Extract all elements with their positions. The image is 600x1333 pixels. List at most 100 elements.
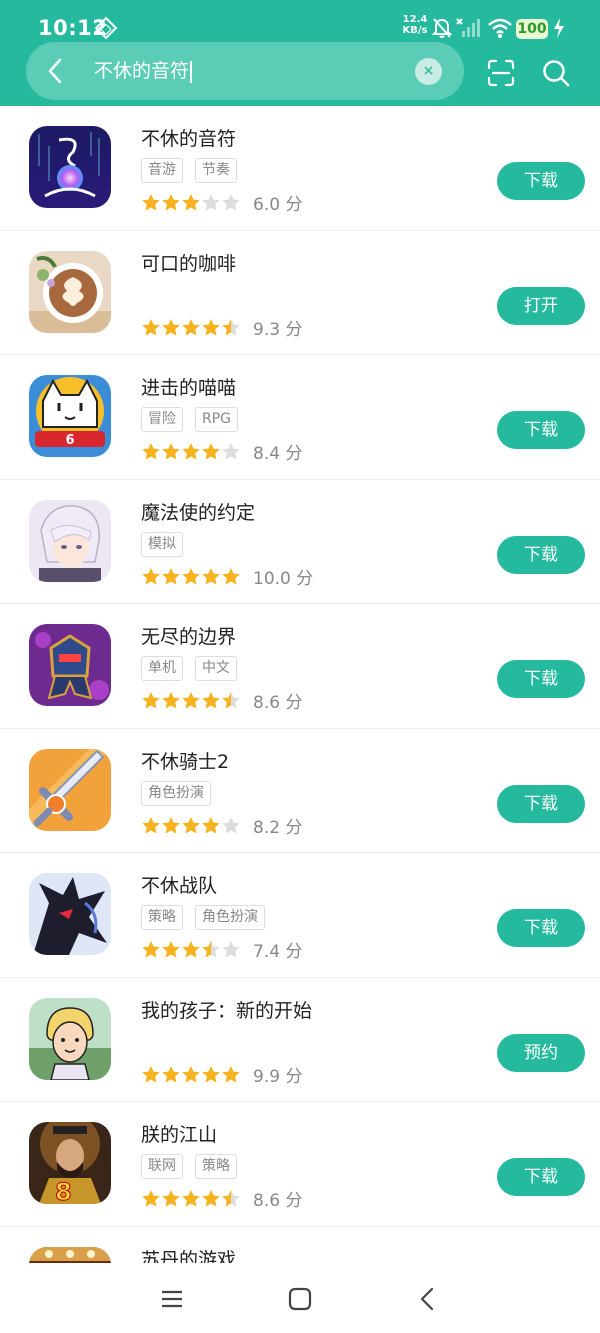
star-icon bbox=[202, 567, 220, 584]
child-portrait-icon[interactable] bbox=[29, 997, 111, 1080]
star-icon bbox=[222, 194, 240, 211]
star-icon bbox=[142, 443, 160, 460]
star-icon bbox=[142, 692, 160, 709]
app-list-item[interactable]: 魔法使的约定 模拟 10.0 分 下载 bbox=[0, 480, 600, 604]
star-icon bbox=[142, 1190, 160, 1207]
search-icon[interactable] bbox=[541, 58, 571, 88]
app-action-button[interactable]: 下载 bbox=[497, 535, 585, 574]
star-icon bbox=[182, 816, 200, 833]
star-icon bbox=[202, 318, 220, 335]
app-tags: 联网 策略 bbox=[141, 1154, 237, 1180]
rating-score: 9.9 分 bbox=[253, 1066, 303, 1087]
star-rating: 8.6 分 bbox=[141, 688, 302, 713]
search-results-list[interactable]: 不休的音符 音游 节奏 6.0 分下载 可口的咖啡 9.3 分打开 6 进击的喵喵 冒险 RPG 8… bbox=[0, 106, 600, 1263]
star-icon bbox=[142, 816, 160, 833]
app-name: 不休的音符 bbox=[141, 128, 237, 150]
app-tag: 节奏 bbox=[195, 158, 237, 183]
sultan-icon[interactable] bbox=[29, 1246, 111, 1263]
app-name: 我的孩子：新的开始 bbox=[141, 999, 313, 1022]
app-tag: 联网 bbox=[141, 1154, 183, 1179]
menu-icon[interactable] bbox=[158, 1285, 186, 1313]
app-list-item[interactable]: 8 朕的江山联网 策略 8.6 分 下载 bbox=[0, 1102, 600, 1227]
rating-score: 8.4 分 bbox=[253, 444, 303, 464]
back-arrow-icon[interactable] bbox=[40, 56, 70, 86]
star-icon bbox=[142, 1065, 160, 1082]
star-icon bbox=[222, 318, 240, 335]
star-rating: 6.0 分 bbox=[141, 190, 302, 215]
star-icon bbox=[142, 941, 160, 958]
network-speed-value: 12.4 bbox=[402, 14, 428, 25]
star-icon bbox=[162, 1065, 180, 1082]
star-icon bbox=[162, 941, 180, 958]
app-tags: 模拟 bbox=[141, 531, 183, 558]
clear-search-button[interactable]: × bbox=[415, 58, 442, 85]
star-icon bbox=[202, 692, 220, 709]
status-bar: 10:12 12.4 KB/s 100 bbox=[0, 0, 600, 44]
dark-dragon-icon[interactable] bbox=[29, 873, 111, 955]
sword-icon[interactable] bbox=[29, 748, 111, 831]
app-list-item[interactable]: 无尽的边界 单机 中文 8.6 分 下载 bbox=[0, 604, 600, 729]
svg-text:8: 8 bbox=[55, 1178, 72, 1204]
star-icon bbox=[162, 816, 180, 833]
app-name: 朕的江山 bbox=[141, 1124, 218, 1146]
star-icon bbox=[182, 1065, 200, 1082]
latte-art-icon[interactable] bbox=[29, 250, 111, 333]
app-tag: 音游 bbox=[141, 158, 183, 183]
app-list-item[interactable]: 6 进击的喵喵 冒险 RPG 8.4 分 下载 bbox=[0, 355, 600, 480]
app-action-button[interactable]: 打开 bbox=[497, 286, 585, 325]
star-rating: 9.3 分 bbox=[141, 315, 302, 340]
search-bar[interactable] bbox=[26, 42, 464, 100]
emperor-icon[interactable]: 8 bbox=[29, 1122, 111, 1204]
svg-text:6: 6 bbox=[65, 433, 74, 448]
robot-knight-icon[interactable] bbox=[29, 624, 111, 706]
home-icon[interactable] bbox=[286, 1285, 314, 1313]
search-input[interactable]: 不休的音符 bbox=[94, 58, 192, 84]
header: 10:12 12.4 KB/s 100 不休的音符 × bbox=[0, 0, 600, 106]
app-action-button[interactable]: 下载 bbox=[497, 162, 585, 200]
app-list-item[interactable]: 不休骑士2 角色扮演 8.2 分 下载 bbox=[0, 729, 600, 853]
app-action-button[interactable]: 下载 bbox=[497, 909, 585, 947]
rating-score: 10.0 分 bbox=[253, 568, 314, 589]
app-action-button[interactable]: 预约 bbox=[497, 1033, 585, 1072]
star-icon bbox=[222, 1190, 240, 1207]
app-tag: 角色扮演 bbox=[141, 780, 211, 806]
star-rating: 8.4 分 bbox=[141, 439, 302, 464]
star-icon bbox=[182, 1190, 200, 1207]
app-action-button[interactable]: 下载 bbox=[497, 784, 585, 823]
app-action-button[interactable]: 下载 bbox=[497, 411, 585, 449]
app-tag: 策略 bbox=[195, 1154, 237, 1179]
scan-icon[interactable] bbox=[486, 58, 516, 88]
star-icon bbox=[142, 567, 160, 584]
app-list-item[interactable]: 不休战队 策略 角色扮演 7.4 分 下载 bbox=[0, 853, 600, 978]
mute-bell-icon bbox=[432, 18, 452, 38]
anime-character-icon[interactable] bbox=[29, 499, 111, 582]
star-icon bbox=[162, 1190, 180, 1207]
app-tags: 单机 中文 bbox=[141, 656, 237, 682]
star-icon bbox=[142, 318, 160, 335]
star-icon bbox=[182, 318, 200, 335]
app-name: 不休战队 bbox=[141, 875, 218, 897]
star-icon bbox=[222, 1065, 240, 1082]
app-tags: 音游 节奏 bbox=[141, 158, 237, 184]
app-action-button[interactable]: 下载 bbox=[497, 1158, 585, 1196]
app-list-item[interactable]: 可口的咖啡 9.3 分 打开 bbox=[0, 231, 600, 355]
star-icon bbox=[182, 443, 200, 460]
rating-score: 8.6 分 bbox=[253, 693, 303, 713]
back-nav-icon[interactable] bbox=[414, 1285, 442, 1313]
app-name: 苏丹的游戏 bbox=[141, 1248, 237, 1264]
app-tags: 策略 角色扮演 bbox=[141, 905, 265, 931]
app-list-item[interactable]: 我的孩子：新的开始 9.9 分 预约 bbox=[0, 978, 600, 1102]
app-list-item[interactable]: 苏丹的游戏 bbox=[0, 1227, 600, 1264]
rating-score: 9.3 分 bbox=[253, 319, 303, 340]
app-tag: RPG bbox=[195, 407, 239, 432]
app-list-item[interactable]: 不休的音符音游 节奏 6.0 分 下载 bbox=[0, 106, 600, 231]
rating-score: 8.6 分 bbox=[253, 1191, 303, 1211]
search-query: 不休的音符 bbox=[94, 60, 190, 82]
app-action-button[interactable]: 下载 bbox=[497, 660, 585, 698]
app-name: 进击的喵喵 bbox=[141, 377, 237, 399]
battery-level: 100 bbox=[516, 19, 548, 39]
star-rating: 8.6 分 bbox=[141, 1186, 302, 1211]
music-note-orb-icon[interactable] bbox=[29, 126, 111, 208]
star-icon bbox=[162, 567, 180, 584]
white-cat-icon[interactable]: 6 bbox=[29, 375, 111, 457]
